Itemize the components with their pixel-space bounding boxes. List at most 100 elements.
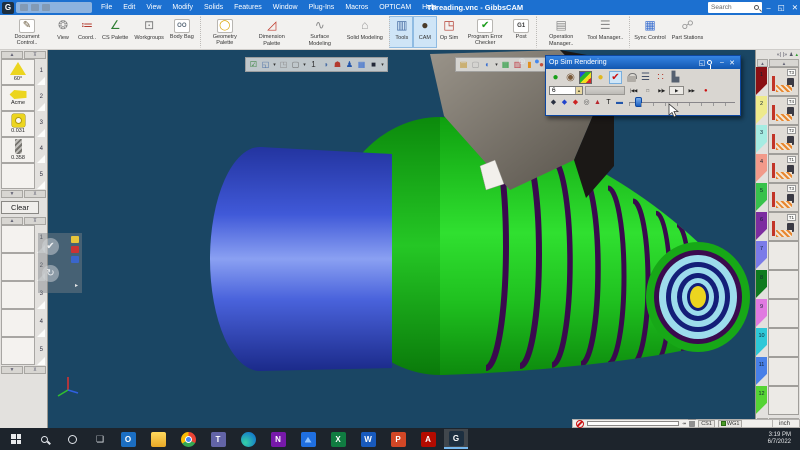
menu-item[interactable]: File [100,4,113,11]
do-it-button[interactable]: ✔ [42,238,59,255]
file-icon-yellow[interactable] [71,236,79,243]
float-dialog-icon[interactable]: ◱ [697,59,707,67]
fixture-display-icon[interactable]: ▢ [470,59,481,70]
tools-button[interactable]: ▥ Tools [389,16,413,48]
arrows-icon[interactable]: ↠ [682,421,686,427]
fast-forward-button[interactable]: ▶▶ [685,86,698,95]
window-views-icon[interactable]: ◱ [260,59,271,70]
taskbar-photos[interactable] [296,429,320,449]
clear-button[interactable]: Clear [1,201,39,214]
workgroups-button[interactable]: ⊡ Workgroups [131,16,167,48]
dimension-palette-button[interactable]: ◿ Dimension Palette [248,16,296,48]
operation-tile[interactable]: T1 [768,212,799,241]
wg-selector-button[interactable]: WG1 [718,420,743,428]
taskbar-edge[interactable] [236,429,260,449]
sphere-icon[interactable]: ● [531,55,543,67]
menu-item[interactable]: Modify [171,4,194,11]
stock-display-icon[interactable]: ▤ [458,59,469,70]
sync-prev-icon[interactable]: «| [777,52,781,58]
color-palette-icon[interactable] [579,71,592,84]
operation-marker[interactable]: 8 [756,270,767,299]
operation-marker[interactable]: 4 [756,154,767,183]
lock-icon[interactable] [624,71,637,84]
status-lights-icon[interactable]: ∷ [654,71,667,84]
coord-button[interactable]: ≔ Coord.. [75,16,99,48]
dialog-minimize-button[interactable]: – [717,59,727,66]
cs-palette-button[interactable]: ∠ CS Palette [99,16,131,48]
operation-marker[interactable]: 12 [756,386,767,415]
machine-sim-icon[interactable]: ▙ [669,71,682,84]
process-tile[interactable]: 3 [1,281,35,309]
solid-view-icon[interactable]: ■ [368,59,379,70]
quick-access-icon[interactable] [31,4,39,11]
part-stations-button[interactable]: ☍ Part Stations [669,16,707,48]
taskbar-search-button[interactable] [32,429,56,449]
operation-tile[interactable] [768,386,799,415]
sync-control-button[interactable]: ▦ Sync Control [629,16,669,48]
program-error-checker-button[interactable]: ✔ Program Error Checker [461,16,509,48]
material-render-icon[interactable]: ◉ [564,71,577,84]
trash-icon[interactable] [689,421,695,427]
taskbar-clock[interactable]: 3:19 PM 6/7/2022 [768,432,796,447]
scroll-down-button[interactable]: ▼ [1,190,23,198]
operation-tile[interactable] [768,299,799,328]
operation-tile[interactable] [768,357,799,386]
scroll-up-button[interactable]: ▲ [769,59,799,67]
menu-item[interactable]: Window [272,4,299,11]
process-list-icon[interactable]: ☰ [639,71,652,84]
geometry-palette-button[interactable]: ◯ Geometry Palette [200,16,248,48]
show-rapid-icon[interactable]: ◆ [549,98,558,107]
collapse-button[interactable]: ⊼ [24,217,46,225]
zoom-icon[interactable]: ⊕ [516,55,528,67]
scroll-up-button[interactable]: ▲ [757,59,768,67]
show-text-icon[interactable]: T [604,98,613,107]
operation-marker[interactable]: 10 [756,328,767,357]
expand-button[interactable]: ⊻ [24,366,46,374]
menu-item[interactable]: Plug-Ins [308,4,336,11]
taskbar-gibbscam[interactable]: G [444,429,468,449]
alarm-icon[interactable]: ● [594,71,607,84]
scroll-up-button[interactable]: ▲ [1,217,23,225]
show-target-icon[interactable]: ◎ [582,98,591,107]
show-feed-icon[interactable]: ◆ [560,98,569,107]
maximize-button[interactable]: ◱ [778,3,785,12]
document-control-button[interactable]: ✎ Document Control.. [3,16,51,48]
expand-button[interactable]: ⊻ [24,190,46,198]
dialog-close-button[interactable]: ✕ [727,59,737,67]
grid-icon[interactable]: ▦ [356,59,367,70]
show-bars-icon[interactable]: ▬ [615,98,624,107]
select-mode-icon[interactable]: ☑ [248,59,259,70]
post-button[interactable]: G1 Post [509,16,533,48]
operation-marker[interactable]: 6 [756,212,767,241]
taskbar-onenote[interactable]: N [266,429,290,449]
close-button[interactable]: ✕ [792,3,798,12]
quick-access-icon[interactable] [20,4,28,11]
view-number-icon[interactable]: 1 [308,59,319,70]
operation-marker[interactable]: 5 [756,183,767,212]
verify-icon[interactable]: ✔ [609,71,622,84]
shaded-render-icon[interactable]: ● [549,71,562,84]
file-icon-blue[interactable] [71,256,79,263]
speed-slider[interactable] [629,97,737,107]
record-button[interactable]: ● [699,86,712,95]
sim-colors-icon[interactable]: ▦ [500,59,511,70]
slider-handle[interactable] [635,97,642,107]
surface-modeling-button[interactable]: ∿ Surface Modeling [296,16,344,48]
operation-marker[interactable]: 2 [756,96,767,125]
dropdown-icon[interactable]: ▾ [302,59,307,70]
single-view-icon[interactable]: ▢ [290,59,301,70]
stop-button[interactable]: □ [641,86,654,95]
operation-tile[interactable] [768,328,799,357]
redo-button[interactable]: ↻ [42,265,59,282]
expand-arrow[interactable]: ▸ [75,282,78,289]
machine-view-icon[interactable]: ◐ [482,59,493,70]
process-tile[interactable]: 2 [1,253,35,281]
taskbar-acrobat[interactable]: A [416,429,440,449]
taskbar-teams[interactable]: T [206,429,230,449]
cam-button[interactable]: ● CAM [413,16,437,48]
tool-visibility-icon[interactable]: ♟ [344,59,355,70]
show-cut-icon[interactable]: ◆ [571,98,580,107]
menu-item[interactable]: Solids [203,4,224,11]
search-input[interactable]: Search [708,2,762,13]
frame-number-input[interactable]: 6 ▲ [549,86,583,95]
